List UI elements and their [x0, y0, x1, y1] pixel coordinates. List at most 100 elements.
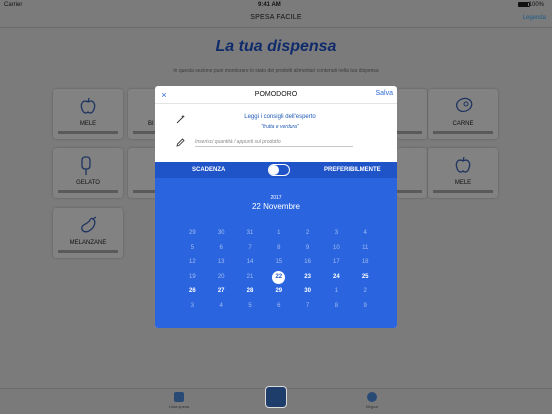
calendar-day[interactable]: 3	[322, 226, 351, 241]
card-status-bar	[397, 131, 422, 134]
calendar-day-number: 2	[363, 288, 367, 294]
expert-tips-link[interactable]: Leggi i consigli dell'esperto	[195, 114, 365, 120]
calendar-day-number: 17	[333, 259, 340, 265]
calendar-day-number: 18	[361, 259, 369, 265]
calendar-day-number: 10	[333, 244, 340, 251]
calendar-day[interactable]: 30	[293, 284, 322, 299]
card-label: MELE	[79, 121, 97, 127]
calendar-day[interactable]: 17	[322, 255, 351, 270]
card-label: CARNE	[452, 121, 474, 127]
calendar-day[interactable]: 5	[178, 241, 207, 256]
tab-shopping-list[interactable]: Lista spesa	[159, 392, 199, 409]
calendar-day[interactable]: 19	[178, 270, 207, 285]
calendar-day[interactable]: 20	[207, 270, 236, 285]
calendar-day-number: 7	[248, 244, 252, 251]
page-title: La tua dispensa	[215, 38, 337, 55]
pantry-card[interactable]: GELATO	[53, 148, 123, 198]
calendar-day-selected[interactable]: 22	[264, 270, 293, 285]
notes-input[interactable]	[195, 137, 353, 147]
calendar-day-number: 5	[190, 244, 195, 251]
calendar-grid: 29 30 31 1 2 3 4 5 6 7 8 9 10 11 12 13 14 15 16 17 18 19 20 21 2…	[178, 226, 380, 313]
calendar-day[interactable]: 30	[207, 226, 236, 241]
pantry-card[interactable]: MELE	[53, 89, 123, 139]
toggle-label-best-before[interactable]: PREFERIBILMENTE	[324, 167, 381, 173]
calendar-day[interactable]: 16	[293, 255, 322, 270]
pantry-card[interactable]	[128, 148, 158, 198]
pantry-card[interactable]: BI	[128, 89, 158, 139]
calendar-day[interactable]: 4	[351, 226, 380, 241]
calendar-day[interactable]: 3	[178, 299, 207, 314]
calendar-day[interactable]: 14	[236, 255, 265, 270]
pantry-card[interactable]: MELE	[428, 148, 498, 198]
toggle-label-expiry[interactable]: SCADENZA	[192, 167, 225, 173]
calendar-day[interactable]: 8	[264, 241, 293, 256]
pantry-card[interactable]	[397, 89, 427, 139]
calendar-day-number: 5	[248, 302, 252, 309]
calendar-day[interactable]: 18	[351, 255, 380, 270]
pencil-icon	[176, 138, 185, 147]
calendar-selected-date: 22 Novembre	[251, 202, 301, 211]
tab-pantry[interactable]	[256, 386, 296, 414]
ice-cream-icon	[81, 156, 91, 175]
calendar-day[interactable]: 5	[236, 299, 265, 314]
pantry-card[interactable]: CARNE	[428, 89, 498, 139]
calendar-day[interactable]: 21	[236, 270, 265, 285]
calendar-day-number: 11	[362, 244, 369, 251]
calendar-day[interactable]: 1	[264, 226, 293, 241]
calendar-day[interactable]: 4	[207, 299, 236, 314]
calendar-day[interactable]: 29	[178, 226, 207, 241]
page-subtitle: In questa sezione puoi monitorare lo sta…	[173, 68, 379, 74]
calendar-day[interactable]: 9	[351, 299, 380, 314]
calendar-day[interactable]: 7	[236, 241, 265, 256]
modal-header: × POMODORO Salva	[155, 86, 397, 104]
calendar-day-number: 23	[304, 273, 311, 280]
calendar-day-number: 8	[277, 244, 281, 251]
calendar-day[interactable]: 10	[322, 241, 351, 256]
calendar-day[interactable]: 12	[178, 255, 207, 270]
legend-button[interactable]: Legenda	[523, 15, 546, 21]
modal-title: POMODORO	[254, 91, 298, 98]
card-status-bar	[433, 190, 493, 193]
save-button[interactable]: Salva	[375, 90, 393, 97]
calendar-day-number: 31	[246, 230, 254, 236]
calendar-day[interactable]: 6	[264, 299, 293, 314]
calendar-day[interactable]: 13	[207, 255, 236, 270]
card-status-bar	[58, 250, 118, 253]
calendar-day-number: 29	[189, 230, 196, 236]
pantry-card[interactable]: MELANZANE	[53, 208, 123, 258]
calendar-day[interactable]: 27	[207, 284, 236, 299]
calendar-day-number: 3	[190, 302, 195, 309]
calendar-day-number: 19	[189, 273, 196, 280]
calendar-day-number: 22	[272, 270, 286, 284]
calendar-day[interactable]: 1	[322, 284, 351, 299]
calendar-day[interactable]: 2	[351, 284, 380, 299]
calendar-year[interactable]: 2017	[155, 195, 397, 201]
calendar-day[interactable]: 25	[351, 270, 380, 285]
expiry-type-switch[interactable]	[268, 164, 290, 176]
calendar-day[interactable]: 9	[293, 241, 322, 256]
calendar-day-number: 4	[219, 302, 223, 309]
calendar-day-number: 24	[333, 273, 340, 280]
calendar-day[interactable]: 6	[207, 241, 236, 256]
calendar-day[interactable]: 7	[293, 299, 322, 314]
tab-stores[interactable]: Negozi	[352, 392, 392, 409]
calendar-day[interactable]: 2	[293, 226, 322, 241]
calendar-day[interactable]: 24	[322, 270, 351, 285]
pantry-card[interactable]	[397, 148, 427, 198]
calendar-day[interactable]: 11	[351, 241, 380, 256]
calendar-day[interactable]: 23	[293, 270, 322, 285]
magic-wand-icon	[176, 114, 185, 124]
calendar-day[interactable]: 8	[322, 299, 351, 314]
calendar-day[interactable]: 28	[236, 284, 265, 299]
calendar-day-number: 21	[246, 273, 254, 280]
calendar-week-row: 12 13 14 15 16 17 18	[178, 255, 380, 270]
calendar-day[interactable]: 26	[178, 284, 207, 299]
calendar-day[interactable]: 15	[264, 255, 293, 270]
calendar-day-number: 13	[217, 259, 225, 265]
calendar-day-number: 20	[217, 273, 225, 280]
expert-tips-category: "frutta e verdura"	[261, 124, 299, 130]
calendar-day[interactable]: 31	[236, 226, 265, 241]
calendar-day[interactable]: 29	[264, 284, 293, 299]
calendar-day-number: 7	[305, 302, 310, 309]
calendar-day-number: 3	[334, 230, 339, 236]
